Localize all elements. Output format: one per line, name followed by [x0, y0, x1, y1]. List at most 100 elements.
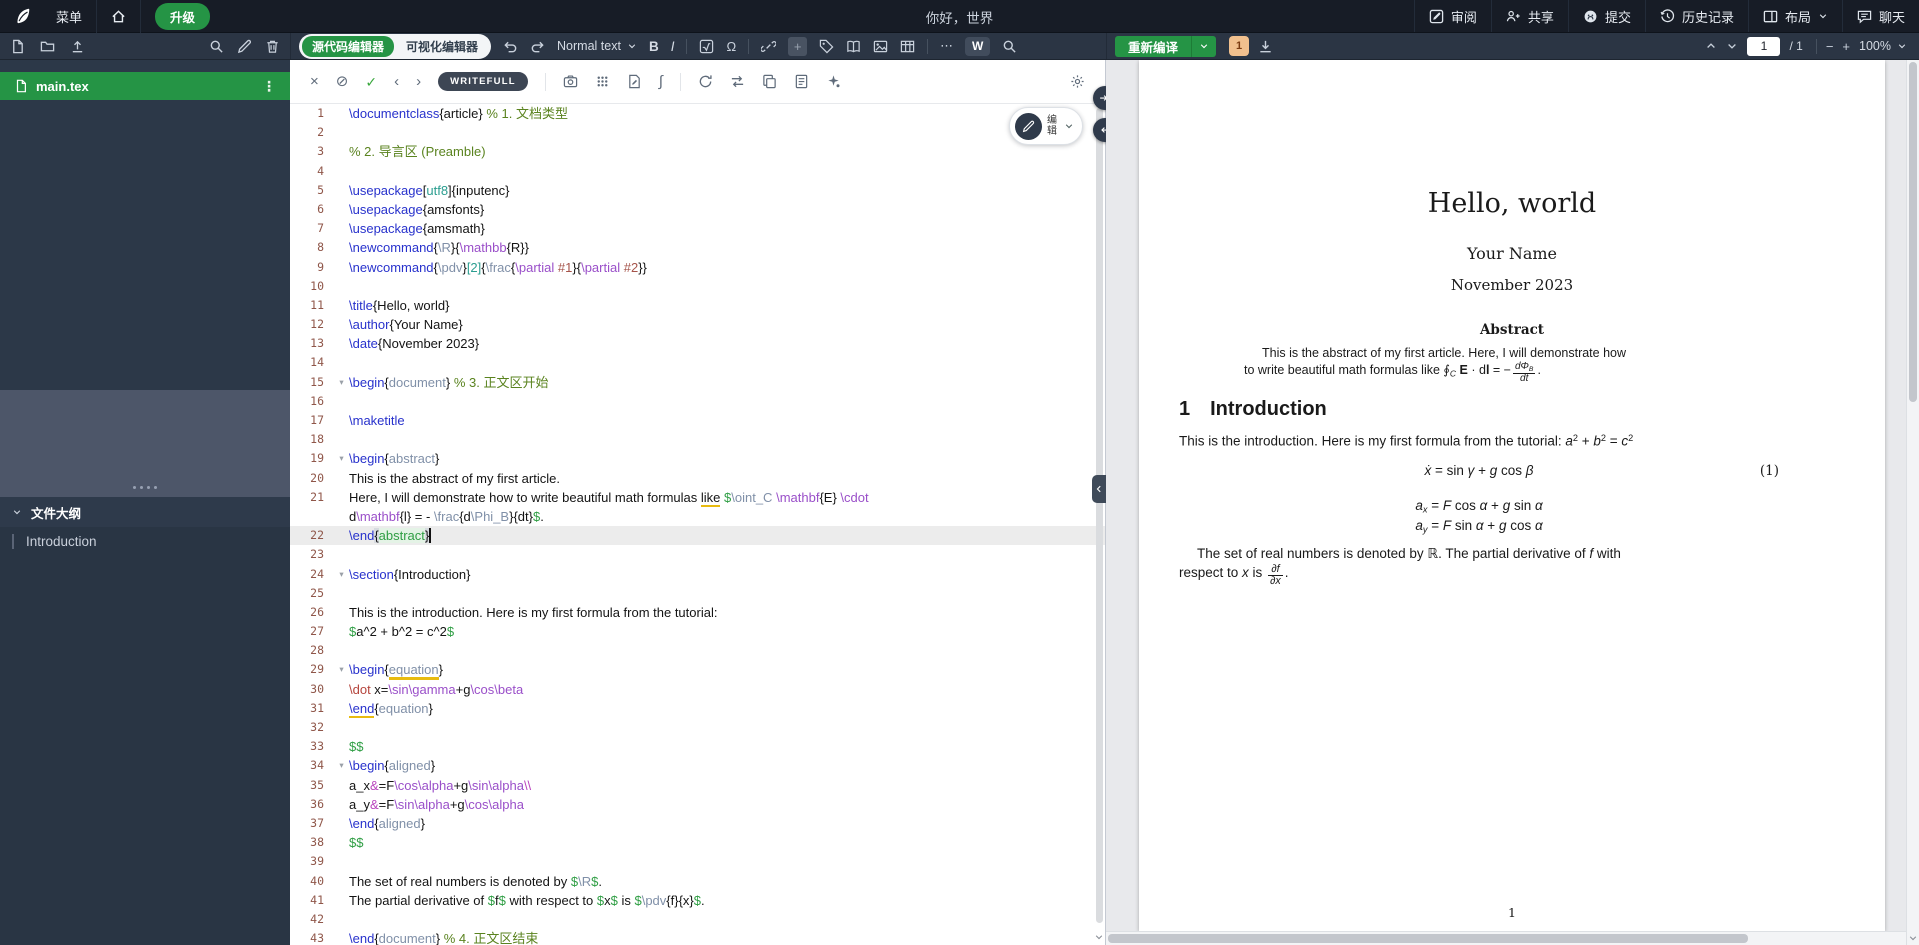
paragraph-style-dropdown[interactable]: Normal text [557, 39, 637, 53]
find-file-button[interactable] [209, 39, 224, 54]
insert-table-button[interactable] [900, 39, 915, 54]
code-line[interactable]: 41 The partial derivative of $f$ with res… [290, 891, 1105, 910]
page-input[interactable]: 1 [1747, 36, 1781, 56]
code-line[interactable]: 3% 2. 导言区 (Preamble) [290, 142, 1105, 161]
fold-arrow-icon[interactable]: ▾ [334, 565, 349, 584]
file-tree-panel[interactable] [0, 100, 290, 390]
review-button[interactable]: 审阅 [1413, 0, 1491, 32]
code-line[interactable]: 19 ▾ \begin{abstract} [290, 449, 1105, 468]
disable-suggestions-button[interactable]: ⊘ [336, 74, 349, 89]
rename-file-button[interactable] [237, 39, 252, 54]
code-editor[interactable]: 1 \documentclass{article} % 1. 文档类型 2 3% 2.… [290, 104, 1105, 945]
code-line[interactable]: 35 a_x&=F\cos\alpha+g\sin\alpha\\ [290, 776, 1105, 795]
cross-reference-button[interactable] [819, 39, 834, 54]
outline-header[interactable]: 文件大纲 [0, 497, 290, 527]
code-line[interactable]: 17 \maketitle [290, 411, 1105, 430]
new-folder-button[interactable] [40, 39, 55, 54]
redo-button[interactable] [530, 39, 545, 54]
chat-button[interactable]: 聊天 [1841, 0, 1919, 32]
code-line[interactable]: 2 [290, 123, 1105, 142]
code-line[interactable]: 29 ▾ \begin{equation} [290, 660, 1105, 680]
explain-text-button[interactable] [627, 74, 642, 89]
italic-button[interactable]: I [671, 39, 675, 54]
new-file-button[interactable] [10, 39, 25, 54]
bold-button[interactable]: B [649, 39, 659, 54]
code-line[interactable]: 12 \author{Your Name} [290, 315, 1105, 334]
writefull-edit-widget[interactable]: 编辑 [1009, 107, 1083, 145]
editor-search-button[interactable] [1002, 39, 1017, 54]
code-line[interactable]: 26 This is the introduction. Here is my f… [290, 603, 1105, 622]
code-line[interactable]: 38 $$ [290, 833, 1105, 852]
sentence-splitter-button[interactable] [794, 74, 809, 89]
file-item-maintex[interactable]: main.tex ⋮ [0, 72, 290, 100]
home-button[interactable] [97, 0, 140, 32]
screenshot-to-latex-button[interactable] [563, 74, 578, 89]
code-line[interactable]: 7 \usepackage{amsmath} [290, 219, 1105, 238]
code-line[interactable]: 6 \usepackage{amsfonts} [290, 200, 1105, 219]
table-generator-button[interactable] [595, 74, 610, 89]
insert-figure-button[interactable] [873, 39, 888, 54]
next-suggestion-button[interactable]: › [416, 74, 421, 89]
code-line[interactable]: 39 [290, 852, 1105, 871]
insert-math-button[interactable] [699, 39, 714, 54]
code-line[interactable]: 23 [290, 545, 1105, 564]
code-line[interactable]: 32 [290, 718, 1105, 737]
logs-button[interactable]: 1 [1229, 36, 1250, 56]
recompile-options-button[interactable] [1191, 35, 1217, 57]
code-line[interactable]: 34 ▾ \begin{aligned} [290, 756, 1105, 775]
code-line[interactable]: 4 [290, 162, 1105, 181]
code-line[interactable]: 13 \date{November 2023} [290, 334, 1105, 353]
code-line[interactable]: 15 ▾ \begin{document} % 3. 正文区开始 [290, 373, 1105, 392]
code-line[interactable]: d\mathbf{l} = - \frac{d\Phi_B}{dt}$. [290, 507, 1105, 526]
collapse-panel-button[interactable] [1092, 475, 1106, 503]
pdf-horizontal-scrollbar[interactable] [1108, 934, 1748, 943]
upgrade-button[interactable]: 升级 [155, 2, 211, 30]
scroll-down-icon[interactable] [1907, 933, 1919, 943]
zoom-out-button[interactable]: − [1826, 39, 1834, 54]
code-line[interactable]: 20 This is the abstract of my first artic… [290, 469, 1105, 488]
code-line[interactable]: 18 [290, 430, 1105, 449]
code-line[interactable]: 43 \end{document} % 4. 正文区结束 [290, 929, 1105, 945]
code-line[interactable]: 1 \documentclass{article} % 1. 文档类型 [290, 104, 1105, 123]
writefull-settings-button[interactable] [1070, 74, 1085, 89]
insert-citation-button[interactable] [846, 39, 861, 54]
pdf-vertical-scrollbar-track[interactable] [1906, 60, 1919, 945]
pdf-preview-panel[interactable]: Hello, world Your Name November 2023 Abs… [1106, 60, 1919, 945]
next-page-button[interactable] [1726, 40, 1738, 52]
code-line[interactable]: 24 ▾ \section{Introduction} [290, 565, 1105, 584]
share-button[interactable]: 共享 [1490, 0, 1568, 32]
previous-page-button[interactable] [1705, 40, 1717, 52]
undo-button[interactable] [503, 39, 518, 54]
equation-generator-button[interactable]: ∫ [659, 74, 663, 89]
recompile-button[interactable]: 重新编译 [1115, 35, 1192, 57]
accept-suggestion-button[interactable]: ✓ [365, 75, 377, 89]
code-line[interactable]: 11 \title{Hello, world} [290, 296, 1105, 315]
zoom-dropdown[interactable]: 100% [1859, 39, 1907, 53]
download-pdf-button[interactable] [1258, 39, 1273, 54]
code-line[interactable]: 33 $$ [290, 737, 1105, 756]
fold-arrow-icon[interactable]: ▾ [334, 373, 349, 392]
code-line[interactable]: 36 a_y&=F\sin\alpha+g\cos\alpha [290, 795, 1105, 814]
pdf-horizontal-scrollbar-track[interactable] [1106, 931, 1906, 945]
title-generator-button[interactable] [826, 74, 841, 89]
editor-scrollbar[interactable] [1096, 108, 1103, 923]
previous-suggestion-button[interactable]: ‹ [394, 74, 399, 89]
fold-arrow-icon[interactable]: ▾ [334, 756, 349, 775]
code-line[interactable]: 16 [290, 392, 1105, 411]
code-line[interactable]: 5 \usepackage[utf8]{inputenc} [290, 181, 1105, 200]
zoom-in-button[interactable]: + [1842, 39, 1850, 54]
panel-resize-handle[interactable] [0, 390, 290, 497]
file-menu-button[interactable]: ⋮ [258, 78, 280, 95]
code-line[interactable]: 10 [290, 277, 1105, 296]
writefull-toggle-button[interactable]: W [965, 36, 991, 56]
fold-arrow-icon[interactable]: ▾ [334, 449, 349, 468]
code-line[interactable]: 25 [290, 584, 1105, 603]
code-line[interactable]: 28 [290, 641, 1105, 660]
synonyms-button[interactable] [730, 74, 745, 89]
pdf-vertical-scrollbar[interactable] [1909, 62, 1917, 402]
menu-button[interactable]: 菜单 [42, 0, 96, 32]
outline-item-introduction[interactable]: Introduction [0, 527, 290, 555]
code-line[interactable]: 14 [290, 353, 1105, 372]
more-tools-button[interactable]: ⋯ [940, 38, 953, 54]
source-editor-tab[interactable]: 源代码编辑器 [302, 35, 395, 57]
